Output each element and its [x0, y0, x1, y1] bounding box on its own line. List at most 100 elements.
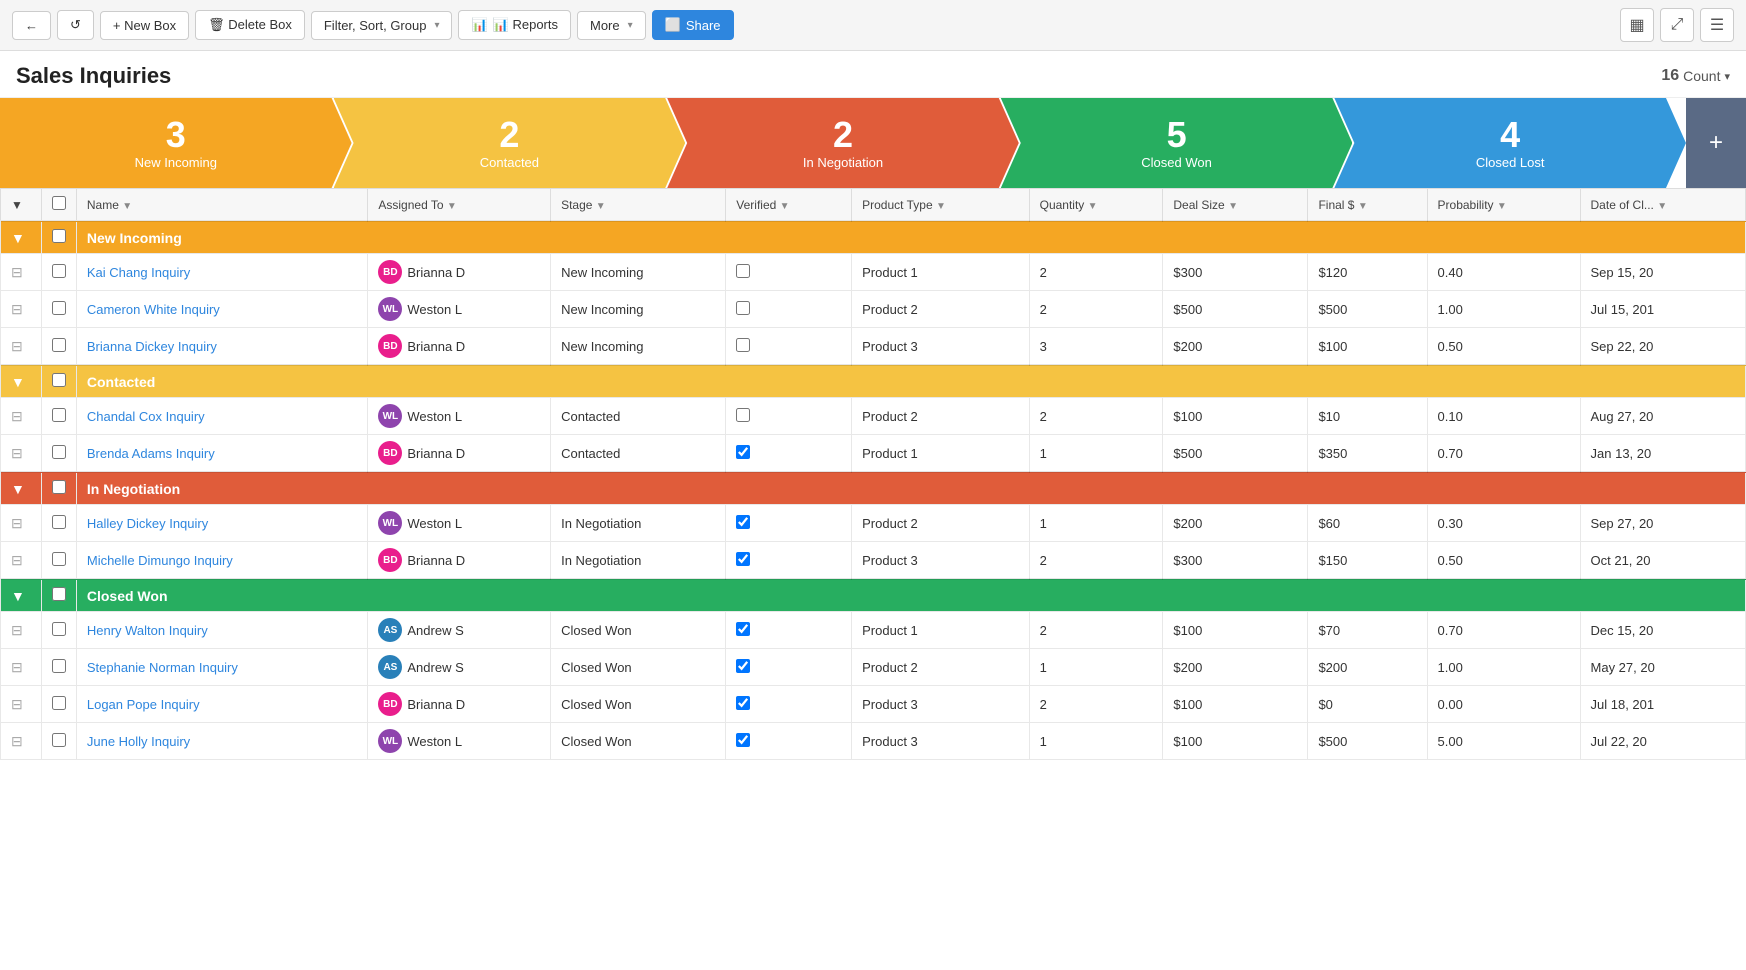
col-filter-final_dollar[interactable]: ▼	[1358, 201, 1368, 212]
row-verified[interactable]	[726, 612, 852, 649]
col-filter-date_closed[interactable]: ▼	[1657, 201, 1667, 212]
col-header-date_closed[interactable]: Date of Cl... ▼	[1580, 189, 1745, 222]
pipeline-add-button[interactable]: +	[1686, 98, 1746, 188]
row-verified[interactable]	[726, 435, 852, 473]
row-name[interactable]: Stephanie Norman Inquiry	[76, 649, 368, 686]
reports-button[interactable]: 📊 📊 Reports	[458, 10, 571, 40]
row-verified[interactable]	[726, 649, 852, 686]
view-chart-button[interactable]: ▦	[1620, 8, 1654, 42]
row-name[interactable]: Brenda Adams Inquiry	[76, 435, 368, 473]
row-checkbox[interactable]	[52, 622, 66, 636]
row-name[interactable]: Halley Dickey Inquiry	[76, 505, 368, 542]
row-handle[interactable]: ⊟	[11, 301, 23, 317]
more-button[interactable]: More ▾	[577, 11, 646, 40]
verified-checkbox[interactable]	[736, 445, 750, 459]
col-header-stage[interactable]: Stage ▼	[551, 189, 726, 222]
verified-checkbox[interactable]	[736, 696, 750, 710]
row-name[interactable]: June Holly Inquiry	[76, 723, 368, 760]
col-filter-verified[interactable]: ▼	[780, 201, 790, 212]
row-handle[interactable]: ⊟	[11, 696, 23, 712]
row-verified[interactable]	[726, 505, 852, 542]
row-verified[interactable]	[726, 723, 852, 760]
group-checkbox-in-negotiation[interactable]	[52, 480, 66, 494]
pipeline-stage-in-negotiation[interactable]: 2 In Negotiation	[667, 98, 1019, 188]
col-header-verified[interactable]: Verified ▼	[726, 189, 852, 222]
row-name[interactable]: Brianna Dickey Inquiry	[76, 328, 368, 366]
verified-checkbox[interactable]	[736, 264, 750, 278]
verified-checkbox[interactable]	[736, 659, 750, 673]
group-caret-closed-won[interactable]: ▼	[11, 588, 25, 604]
pipeline-stage-closed-won[interactable]: 5 Closed Won	[1001, 98, 1353, 188]
group-caret-new-incoming[interactable]: ▼	[11, 230, 25, 246]
share-button[interactable]: ⬜ Share	[652, 10, 734, 40]
count-badge[interactable]: 16 Count ▾	[1661, 67, 1730, 85]
group-caret-contacted[interactable]: ▼	[11, 374, 25, 390]
pipeline-stage-new-incoming[interactable]: 3 New Incoming	[0, 98, 352, 188]
row-checkbox[interactable]	[52, 301, 66, 315]
row-handle[interactable]: ⊟	[11, 264, 23, 280]
group-checkbox-closed-won[interactable]	[52, 587, 66, 601]
pipeline-stage-closed-lost[interactable]: 4 Closed Lost	[1334, 98, 1686, 188]
view-list-button[interactable]: ☰	[1700, 8, 1734, 42]
view-expand-button[interactable]: ⤢	[1660, 8, 1694, 42]
row-checkbox[interactable]	[52, 515, 66, 529]
row-name[interactable]: Chandal Cox Inquiry	[76, 398, 368, 435]
col-filter-quantity[interactable]: ▼	[1088, 201, 1098, 212]
new-box-button[interactable]: + New Box	[100, 11, 189, 40]
sort-icon[interactable]: ▼	[11, 198, 23, 212]
group-caret-in-negotiation[interactable]: ▼	[11, 481, 25, 497]
col-filter-stage[interactable]: ▼	[596, 201, 606, 212]
col-filter-deal_size[interactable]: ▼	[1228, 201, 1238, 212]
row-handle[interactable]: ⊟	[11, 408, 23, 424]
row-checkbox[interactable]	[52, 408, 66, 422]
row-name[interactable]: Kai Chang Inquiry	[76, 254, 368, 291]
filter-sort-button[interactable]: Filter, Sort, Group ▾	[311, 11, 453, 40]
col-header-name[interactable]: Name ▼	[76, 189, 368, 222]
row-verified[interactable]	[726, 398, 852, 435]
col-header-quantity[interactable]: Quantity ▼	[1029, 189, 1163, 222]
row-handle[interactable]: ⊟	[11, 733, 23, 749]
row-handle[interactable]: ⊟	[11, 622, 23, 638]
col-header-assigned[interactable]: Assigned To ▼	[368, 189, 551, 222]
row-verified[interactable]	[726, 542, 852, 580]
col-header-deal_size[interactable]: Deal Size ▼	[1163, 189, 1308, 222]
row-verified[interactable]	[726, 291, 852, 328]
row-checkbox[interactable]	[52, 338, 66, 352]
verified-checkbox[interactable]	[736, 515, 750, 529]
refresh-button[interactable]: ↺	[57, 10, 94, 40]
row-handle[interactable]: ⊟	[11, 515, 23, 531]
col-filter-product_type[interactable]: ▼	[936, 201, 946, 212]
col-header-product_type[interactable]: Product Type ▼	[852, 189, 1029, 222]
row-verified[interactable]	[726, 254, 852, 291]
row-handle[interactable]: ⊟	[11, 552, 23, 568]
verified-checkbox[interactable]	[736, 301, 750, 315]
row-verified[interactable]	[726, 328, 852, 366]
row-checkbox[interactable]	[52, 552, 66, 566]
col-header-probability[interactable]: Probability ▼	[1427, 189, 1580, 222]
pipeline-stage-contacted[interactable]: 2 Contacted	[334, 98, 686, 188]
row-verified[interactable]	[726, 686, 852, 723]
verified-checkbox[interactable]	[736, 338, 750, 352]
row-handle[interactable]: ⊟	[11, 445, 23, 461]
row-name[interactable]: Michelle Dimungo Inquiry	[76, 542, 368, 580]
verified-checkbox[interactable]	[736, 733, 750, 747]
row-checkbox[interactable]	[52, 445, 66, 459]
group-checkbox-contacted[interactable]	[52, 373, 66, 387]
row-handle[interactable]: ⊟	[11, 338, 23, 354]
col-filter-assigned[interactable]: ▼	[447, 201, 457, 212]
col-header-final_dollar[interactable]: Final $ ▼	[1308, 189, 1427, 222]
row-checkbox[interactable]	[52, 733, 66, 747]
group-checkbox-new-incoming[interactable]	[52, 229, 66, 243]
back-button[interactable]: ←	[12, 11, 51, 40]
row-checkbox[interactable]	[52, 659, 66, 673]
verified-checkbox[interactable]	[736, 622, 750, 636]
delete-box-button[interactable]: 🗑 Delete Box	[195, 10, 305, 40]
verified-checkbox[interactable]	[736, 408, 750, 422]
row-name[interactable]: Henry Walton Inquiry	[76, 612, 368, 649]
row-handle[interactable]: ⊟	[11, 659, 23, 675]
row-checkbox[interactable]	[52, 696, 66, 710]
row-name[interactable]: Logan Pope Inquiry	[76, 686, 368, 723]
col-filter-probability[interactable]: ▼	[1497, 201, 1507, 212]
row-name[interactable]: Cameron White Inquiry	[76, 291, 368, 328]
verified-checkbox[interactable]	[736, 552, 750, 566]
